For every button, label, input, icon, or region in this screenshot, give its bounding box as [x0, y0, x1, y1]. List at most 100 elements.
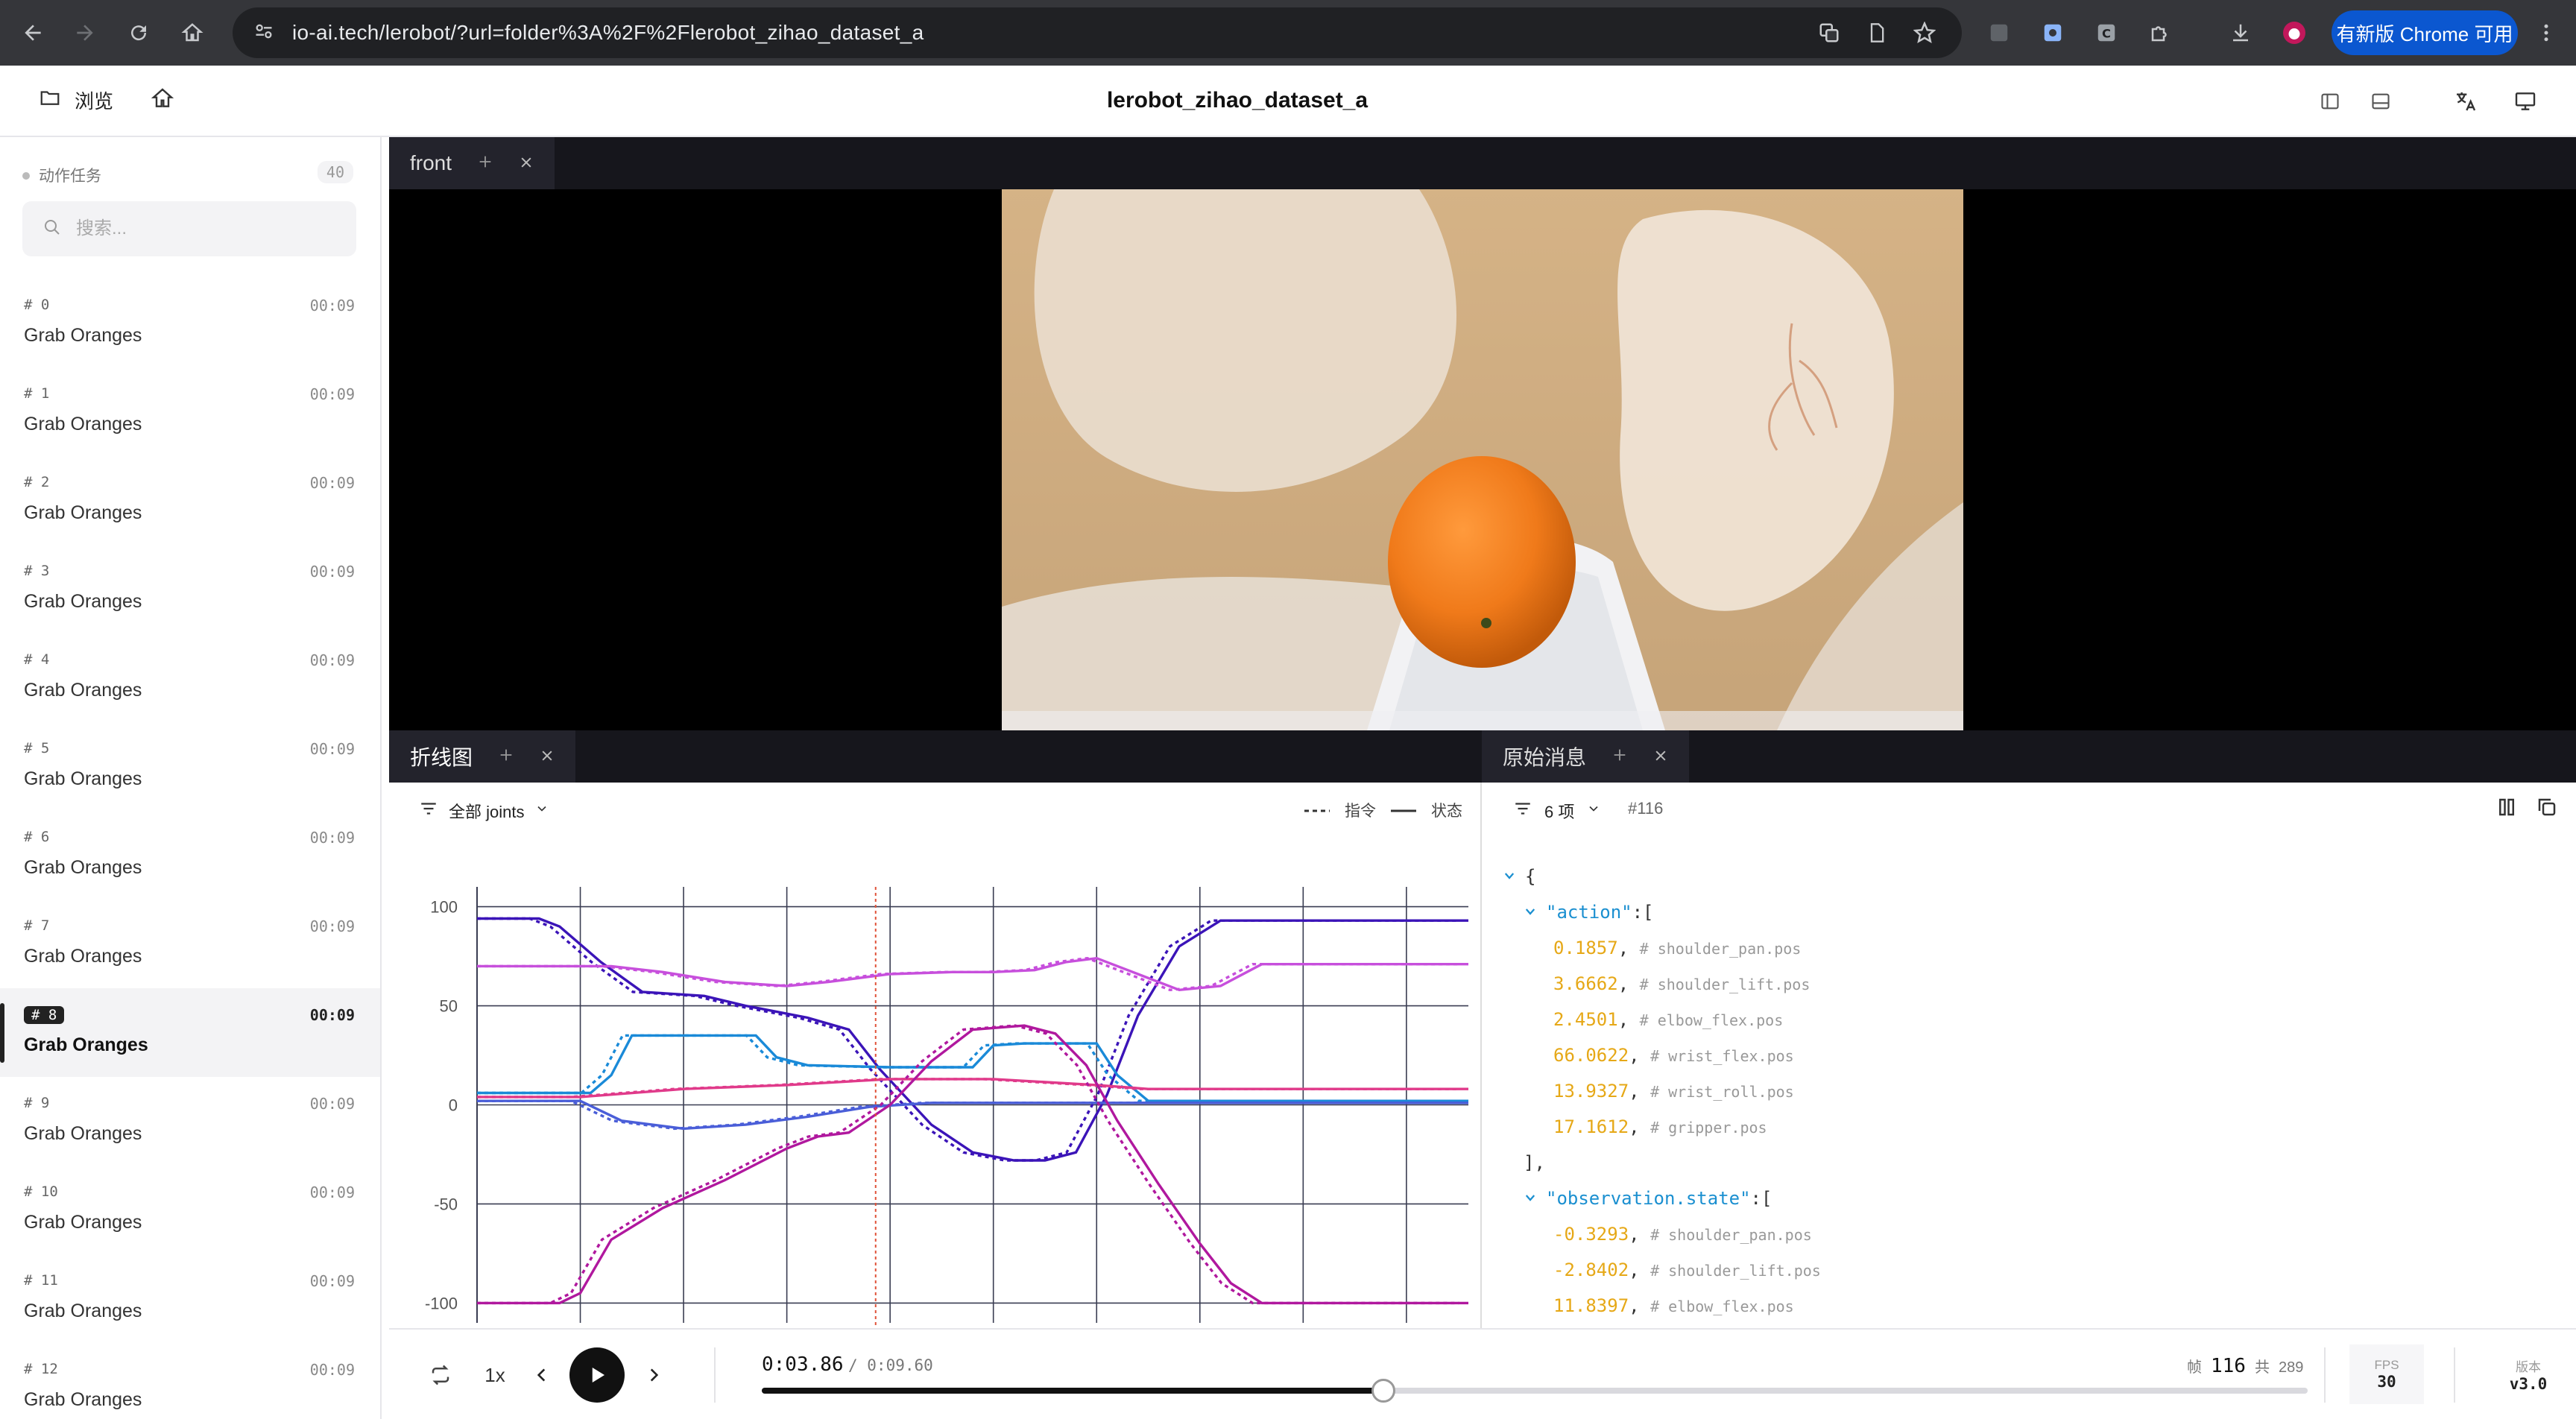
sidebar-title: 动作任务 — [22, 164, 101, 186]
language-icon[interactable] — [2449, 85, 2482, 118]
speed-button[interactable]: 1x — [473, 1356, 517, 1394]
episode-duration: 00:09 — [309, 1272, 355, 1290]
bookmark-star-icon[interactable] — [1905, 13, 1944, 52]
joint-filter[interactable]: 全部 joints — [419, 799, 549, 823]
solid-line-icon — [1391, 801, 1416, 819]
close-tab-icon[interactable] — [519, 151, 534, 175]
episode-duration: 00:09 — [309, 563, 355, 581]
profile-avatar-icon[interactable] — [2275, 13, 2314, 52]
dot-icon — [22, 166, 30, 184]
next-frame-icon[interactable] — [635, 1356, 672, 1394]
timeline-thumb[interactable] — [1371, 1379, 1395, 1403]
list-item[interactable]: # 3 00:09 Grab Oranges — [0, 545, 380, 633]
list-item[interactable]: # 10 00:09 Grab Oranges — [0, 1166, 380, 1254]
chevron-down-icon — [1586, 801, 1601, 821]
zip-extension-icon[interactable] — [1980, 13, 2018, 52]
y-tick-label: 0 — [449, 1096, 458, 1115]
site-settings-icon[interactable] — [253, 21, 274, 45]
episode-index: # 10 — [24, 1183, 58, 1200]
chevron-down-icon[interactable] — [1524, 902, 1546, 923]
search-input[interactable] — [76, 218, 344, 239]
chevron-down-icon[interactable] — [1524, 1188, 1546, 1209]
json-value: 0.1857 — [1553, 938, 1618, 958]
list-item[interactable]: # 0 00:09 Grab Oranges — [0, 279, 380, 367]
toggle-sidebar-icon[interactable] — [2314, 85, 2346, 118]
screenshot-extension-icon[interactable] — [2033, 13, 2072, 52]
json-line: 3.6662, # shoulder_lift.pos — [1553, 973, 1811, 994]
list-item[interactable]: # 1 00:09 Grab Oranges — [0, 367, 380, 456]
address-bar[interactable]: io-ai.tech/lerobot/?url=folder%3A%2F%2Fl… — [233, 7, 1962, 58]
back-icon[interactable] — [13, 13, 52, 52]
play-button[interactable] — [569, 1347, 625, 1403]
translate-icon[interactable] — [1810, 13, 1849, 52]
tab-raw-message[interactable]: 原始消息 — [1482, 730, 1690, 783]
json-line: 2.4501, # elbow_flex.pos — [1553, 1009, 1784, 1030]
forward-icon[interactable] — [66, 13, 104, 52]
url-text[interactable]: io-ai.tech/lerobot/?url=folder%3A%2F%2Fl… — [292, 21, 924, 45]
add-tab-icon[interactable] — [1611, 745, 1628, 768]
episode-duration: 00:09 — [309, 651, 355, 669]
json-comment: # gripper.pos — [1650, 1119, 1767, 1137]
version-label: 版本 — [2516, 1359, 2541, 1374]
download-icon[interactable] — [2221, 13, 2260, 52]
episode-duration: 00:09 — [309, 1006, 355, 1024]
chrome-update-button[interactable]: 有新版 Chrome 可用 — [2332, 10, 2518, 55]
tab-front[interactable]: front — [389, 137, 555, 189]
series-state-line — [477, 917, 1468, 1162]
page-icon[interactable] — [1857, 13, 1896, 52]
home-icon[interactable] — [173, 13, 212, 52]
list-item[interactable]: # 7 00:09 Grab Oranges — [0, 900, 380, 988]
tab-line-chart[interactable]: 折线图 — [389, 730, 576, 783]
sidebar-title-text: 动作任务 — [39, 168, 101, 185]
json-line[interactable]: "action":[ — [1524, 902, 1654, 923]
chrome-menu-icon[interactable] — [2527, 13, 2566, 52]
joint-filter-label: 全部 joints — [449, 803, 525, 821]
list-item[interactable]: # 5 00:09 Grab Oranges — [0, 722, 380, 811]
list-item[interactable]: # 8 00:09 Grab Oranges — [0, 988, 380, 1077]
display-icon[interactable] — [2509, 85, 2542, 118]
toggle-bottom-panel-icon[interactable] — [2364, 85, 2397, 118]
loop-icon[interactable] — [422, 1356, 459, 1394]
chevron-down-icon[interactable] — [1503, 866, 1525, 887]
playback-bar: 1x 0:03.86 / 0:09.60 帧 116 共 289 FPS 30 … — [389, 1328, 2576, 1419]
search-box[interactable] — [22, 201, 356, 256]
reload-icon[interactable] — [119, 13, 158, 52]
episode-task-name: Grab Oranges — [24, 857, 142, 878]
prev-frame-icon[interactable] — [523, 1356, 561, 1394]
json-value: 13.9327 — [1553, 1081, 1629, 1102]
columns-icon[interactable] — [2496, 796, 2518, 822]
add-tab-icon[interactable] — [477, 151, 493, 175]
fps-value: 30 — [2377, 1373, 2396, 1391]
list-item[interactable]: # 6 00:09 Grab Oranges — [0, 811, 380, 900]
json-line[interactable]: { — [1503, 866, 1535, 887]
list-item[interactable]: # 11 00:09 Grab Oranges — [0, 1254, 380, 1343]
dashed-line-icon — [1304, 801, 1330, 819]
copy-icon[interactable] — [2536, 796, 2558, 822]
episode-task-name: Grab Oranges — [24, 1389, 142, 1410]
json-value: -0.3293 — [1553, 1224, 1629, 1245]
c-extension-icon[interactable]: C — [2087, 13, 2126, 52]
add-tab-icon[interactable] — [498, 745, 514, 768]
episode-index: # 3 — [24, 563, 50, 579]
extensions-puzzle-icon[interactable] — [2141, 13, 2179, 52]
list-item[interactable]: # 2 00:09 Grab Oranges — [0, 456, 380, 545]
fps-indicator: FPS 30 — [2349, 1344, 2424, 1404]
json-line: ], — [1524, 1152, 1545, 1173]
joint-line-chart[interactable]: 100500-50-1000.0s1.0s2.0s3.0s4.0s5.0s6.0… — [389, 827, 1480, 1328]
version-value: v3.0 — [2509, 1374, 2548, 1393]
y-tick-label: 50 — [440, 997, 458, 1016]
timeline-slider[interactable] — [762, 1379, 2308, 1403]
list-item[interactable]: # 12 00:09 Grab Oranges — [0, 1343, 380, 1419]
json-value: :[ — [1750, 1188, 1772, 1209]
field-filter[interactable]: 6 项 — [1513, 799, 1601, 823]
close-tab-icon[interactable] — [1653, 745, 1668, 768]
episode-task-name: Grab Oranges — [24, 1034, 148, 1055]
json-value: 66.0622 — [1553, 1045, 1629, 1066]
json-value: 3.6662 — [1553, 973, 1618, 994]
episode-duration: 00:09 — [309, 1361, 355, 1379]
close-tab-icon[interactable] — [540, 745, 555, 768]
list-item[interactable]: # 9 00:09 Grab Oranges — [0, 1077, 380, 1166]
json-line[interactable]: "observation.state":[ — [1524, 1188, 1772, 1209]
tab-line-chart-label: 折线图 — [410, 746, 473, 769]
list-item[interactable]: # 4 00:09 Grab Oranges — [0, 633, 380, 722]
